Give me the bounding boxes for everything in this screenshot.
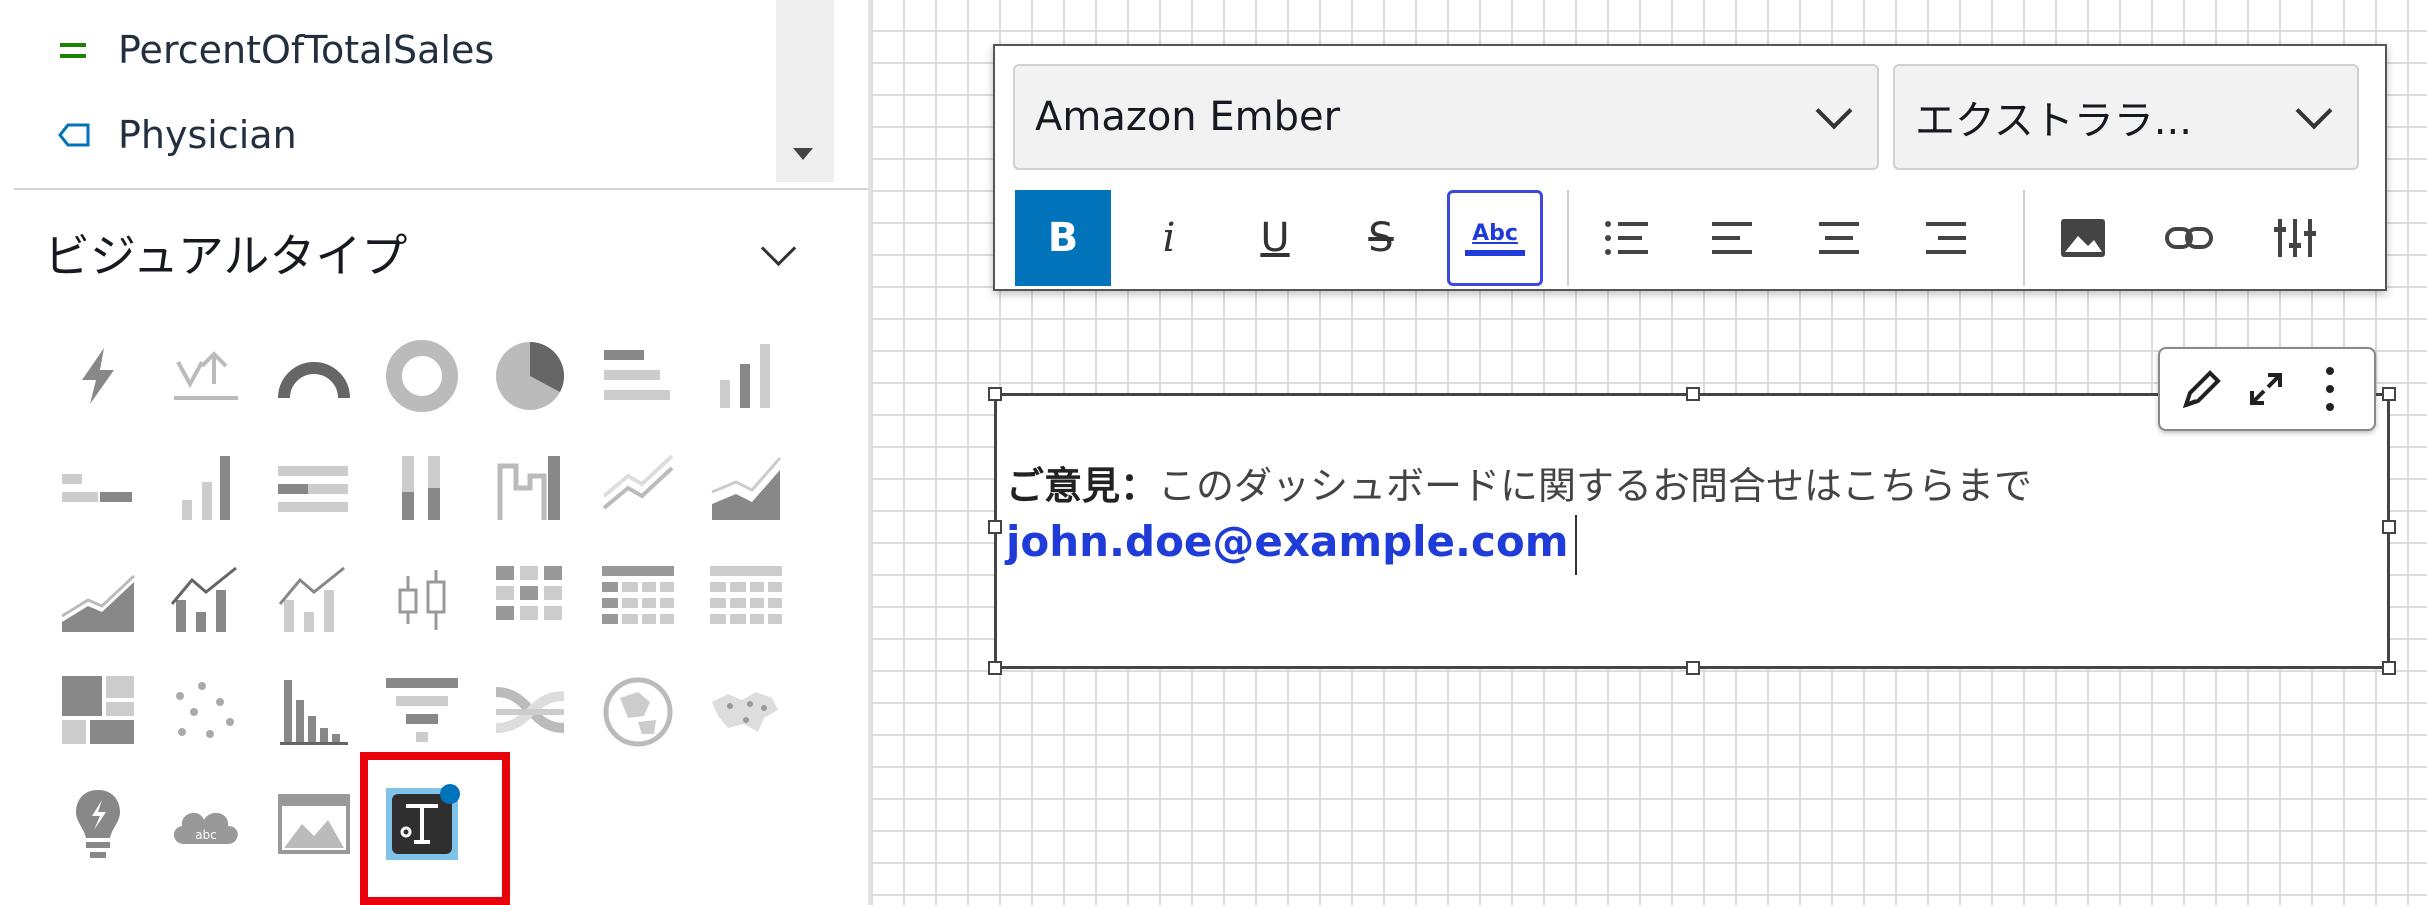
font-family-dropdown[interactable]: Amazon Ember [1013,64,1879,170]
heatmap-icon[interactable] [488,558,572,642]
resize-handle-top-left[interactable] [988,387,1002,401]
chevron-down-icon [2295,92,2333,130]
pivot-table-icon[interactable] [596,558,680,642]
sliders-icon [2274,219,2316,257]
filled-map-icon[interactable] [596,670,680,754]
vertical-bar-icon[interactable] [704,334,788,418]
italic-label: i [1162,215,1176,261]
scatter-icon[interactable] [164,670,248,754]
resize-handle-bottom[interactable] [1686,661,1700,675]
font-size-dropdown[interactable]: エクストララ... [1893,64,2359,170]
custom-visual-icon[interactable] [272,782,356,866]
insert-link-button[interactable] [2141,190,2237,286]
kpi-icon[interactable] [56,334,140,418]
bold-button[interactable]: B [1015,190,1111,286]
contact-email-link[interactable]: john.doe@example.com [1006,517,1569,566]
insert-image-button[interactable] [2035,190,2131,286]
insight-icon[interactable] [56,782,140,866]
chevron-down-icon[interactable] [760,230,797,267]
table-icon[interactable] [704,558,788,642]
resize-handle-bottom-right[interactable] [2382,661,2396,675]
pie-icon[interactable] [488,334,572,418]
histogram-icon[interactable] [272,670,356,754]
field-label: Physician [118,113,297,157]
svg-text:abc: abc [195,828,217,842]
visual-menu-bar [2158,347,2376,431]
resize-handle-top-right[interactable] [2382,387,2396,401]
donut-icon[interactable] [380,334,464,418]
align-right-button[interactable] [1897,190,1993,286]
resize-handle-top[interactable] [1686,387,1700,401]
line-icon[interactable] [596,446,680,530]
clustered-horizontal-bar-icon[interactable] [56,446,140,530]
gauge-arc-icon[interactable] [272,334,356,418]
clustered-vertical-bar-icon[interactable] [164,446,248,530]
funnel-icon[interactable] [380,670,464,754]
align-center-button[interactable] [1791,190,1887,286]
chevron-down-icon [1815,92,1853,130]
strikethrough-label: S [1368,215,1394,261]
italic-button[interactable]: i [1121,190,1217,286]
sankey-icon[interactable] [488,670,572,754]
fields-panel: PercentOfTotalSales Physician ビジュアルタイプ a… [0,0,868,905]
image-icon [2061,219,2105,257]
bullet-list-button[interactable] [1579,190,1675,286]
text-color-label: Abc [1472,220,1518,246]
area-icon[interactable] [704,446,788,530]
field-label: PercentOfTotalSales [118,28,495,72]
gauge-arrow-icon[interactable] [164,334,248,418]
treemap-icon[interactable] [56,670,140,754]
bold-label: B [1047,215,1079,261]
box-plot-icon[interactable] [380,558,464,642]
field-item-percent-of-total-sales[interactable]: PercentOfTotalSales [58,28,494,72]
font-family-value: Amazon Ember [1035,94,1341,140]
align-left-icon [1712,222,1752,254]
field-item-physician[interactable]: Physician [58,113,297,157]
bullet-list-icon [1605,221,1648,255]
align-center-icon [1819,222,1859,254]
percent-vertical-bar-icon[interactable] [488,446,572,530]
word-cloud-icon[interactable]: abc [164,782,248,866]
format-settings-button[interactable] [2247,190,2343,286]
edit-pencil-icon[interactable] [2180,367,2224,415]
resize-handle-left[interactable] [988,520,1002,534]
text-format-toolbar: Amazon Ember エクストララ... B i U S Abc [993,44,2387,291]
underline-label: U [1260,215,1290,261]
feedback-label: ご意見 [1006,464,1121,508]
dimension-tag-icon [58,113,118,157]
visual-types-title: ビジュアルタイプ [44,229,408,283]
font-size-value: エクストララ... [1915,98,2192,144]
link-icon [2165,227,2213,249]
stacked-vertical-bar-icon[interactable] [380,446,464,530]
color-swatch [1465,249,1525,256]
selected-visual-highlight [360,752,510,905]
align-left-button[interactable] [1685,190,1781,286]
stacked-horizontal-bar-icon[interactable] [272,446,356,530]
align-right-icon [1926,222,1966,254]
points-map-icon[interactable] [704,670,788,754]
section-divider [14,188,868,190]
feedback-line[interactable]: ご意見：このダッシュボードに関するお問合せはこちらまで [1006,455,2032,510]
horizontal-bar-icon[interactable] [596,334,680,418]
combo-stacked-icon[interactable] [272,558,356,642]
combo-bar-line-icon[interactable] [164,558,248,642]
strikethrough-button[interactable]: S [1333,190,1429,286]
text-cursor [1575,515,1577,575]
toolbar-separator [2023,190,2025,286]
resize-handle-bottom-left[interactable] [988,661,1002,675]
feedback-message: このダッシュボードに関するお問合せはこちらまで [1158,464,2033,508]
stacked-area-icon[interactable] [56,558,140,642]
more-options-icon[interactable] [2320,363,2340,419]
text-color-button[interactable]: Abc [1447,190,1543,286]
toolbar-separator [1567,190,1569,286]
scroll-down-arrow-icon[interactable] [793,148,813,160]
underline-button[interactable]: U [1227,190,1323,286]
feedback-separator: ： [1120,464,1159,508]
expand-icon[interactable] [2244,367,2288,415]
measure-equals-icon [58,28,118,72]
resize-handle-right[interactable] [2382,520,2396,534]
